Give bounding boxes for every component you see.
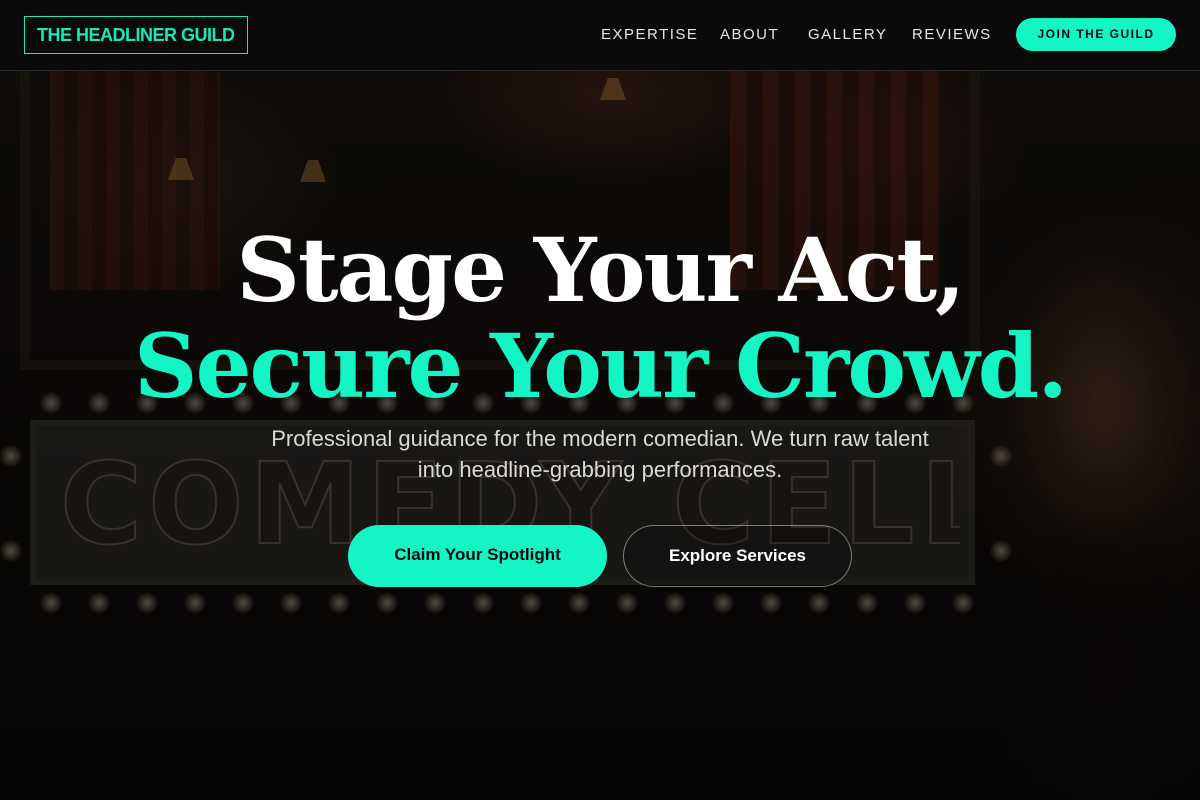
- claim-spotlight-button[interactable]: Claim Your Spotlight: [348, 525, 607, 587]
- hero-subtext: Professional guidance for the modern com…: [271, 426, 929, 482]
- site-logo[interactable]: THE HEADLINER GUILD: [24, 16, 248, 54]
- explore-services-button[interactable]: Explore Services: [623, 525, 852, 587]
- nav-item-gallery[interactable]: GALLERY: [808, 26, 887, 43]
- join-guild-button[interactable]: JOIN THE GUILD: [1016, 18, 1176, 51]
- nav-item-about[interactable]: ABOUT: [720, 26, 779, 43]
- site-header: THE HEADLINER GUILD EXPERTISE ABOUT GALL…: [0, 0, 1200, 71]
- hero-headline-line1: Stage Your Act,: [236, 218, 965, 322]
- hero-headline-line2: Secure Your Crowd.: [134, 314, 1068, 418]
- nav-item-reviews[interactable]: REVIEWS: [912, 26, 992, 43]
- nav-item-expertise[interactable]: EXPERTISE: [601, 26, 698, 43]
